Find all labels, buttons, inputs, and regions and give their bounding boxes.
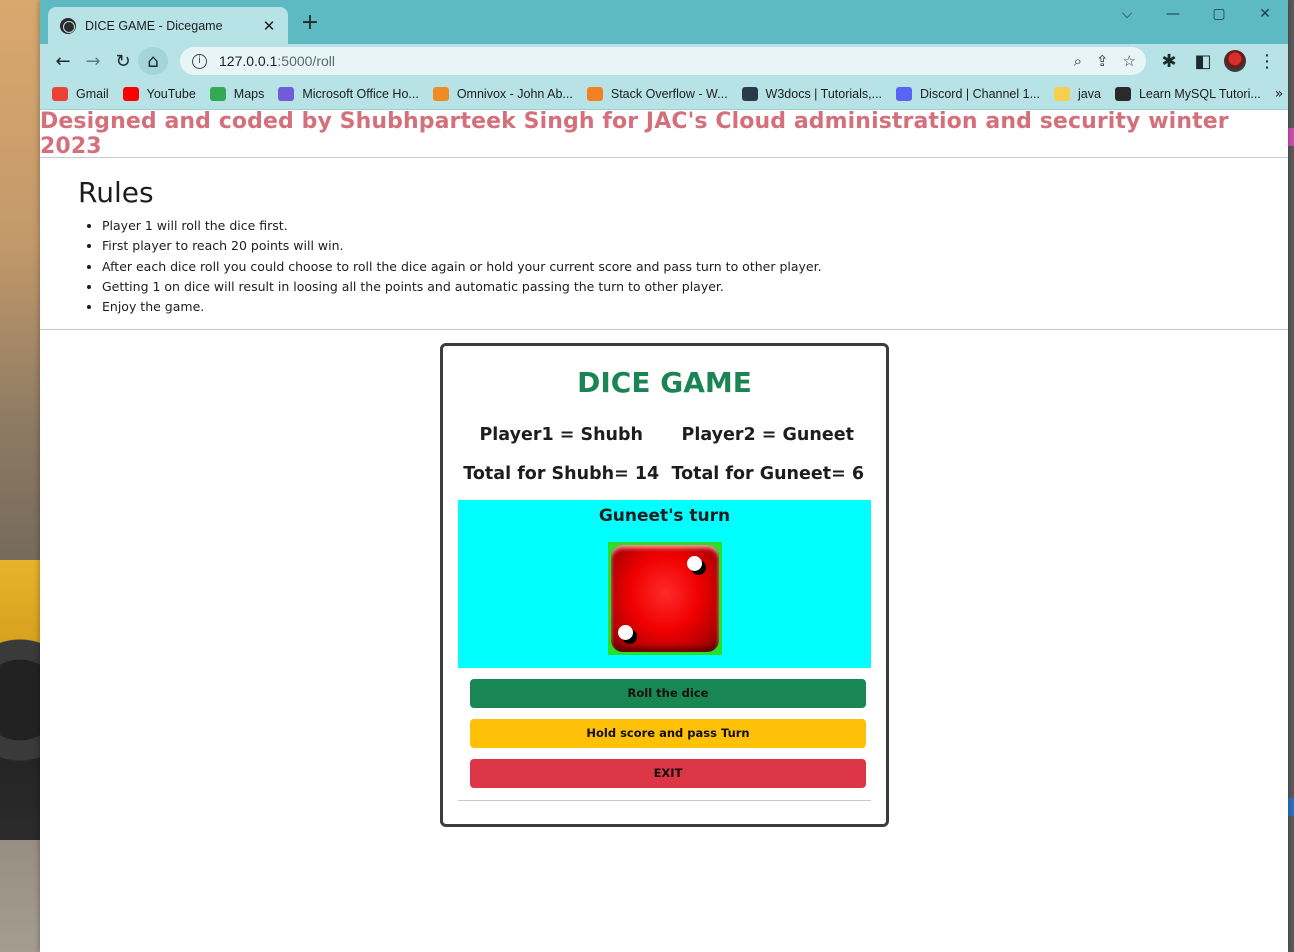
player2-label: Player2 = Guneet xyxy=(681,425,854,445)
globe-icon xyxy=(1114,86,1131,101)
omnivox-icon xyxy=(432,86,449,101)
discord-icon xyxy=(896,86,913,101)
players-panel: Player1 = Shubh Total for Shubh= 14 Play… xyxy=(458,416,871,494)
maps-icon xyxy=(209,86,226,101)
share-icon[interactable]: ⇪ xyxy=(1096,52,1109,70)
rules-section: Rules Player 1 will roll the dice first.… xyxy=(40,158,1288,330)
credit-banner: Designed and coded by Shubhparteek Singh… xyxy=(40,109,1288,159)
minimize-button[interactable]: — xyxy=(1150,0,1196,28)
globe-icon xyxy=(60,17,76,34)
close-tab-icon[interactable]: ✕ xyxy=(260,17,278,35)
back-arrow-icon[interactable]: ← xyxy=(48,47,78,75)
rule-item: After each dice roll you could choose to… xyxy=(102,257,1288,277)
bookmark-item[interactable]: Discord | Channel 1... xyxy=(896,86,1041,101)
player1-column: Player1 = Shubh Total for Shubh= 14 xyxy=(458,416,665,494)
side-panel-icon[interactable]: ◧ xyxy=(1190,47,1216,75)
bookmark-item[interactable]: W3docs | Tutorials,... xyxy=(741,86,883,101)
bookmark-item[interactable]: Stack Overflow - W... xyxy=(586,86,728,101)
info-icon[interactable]: i xyxy=(192,53,207,69)
w3docs-icon xyxy=(741,86,758,101)
url-path: :5000/roll xyxy=(277,53,335,69)
browser-window: DICE GAME - Dicegame ✕ + ⌵ — ▢ ✕ ← → ↻ ⌂… xyxy=(40,0,1288,952)
turn-indicator: Guneet's turn xyxy=(598,506,731,526)
roll-dice-button[interactable]: Roll the dice xyxy=(470,679,866,708)
extensions-icon[interactable]: ✱ xyxy=(1156,47,1182,75)
bookmark-label: Discord | Channel 1... xyxy=(920,86,1041,101)
bookmarks-more-icon[interactable]: » xyxy=(1275,86,1284,102)
bookmark-item[interactable]: Maps xyxy=(209,86,265,101)
bookmark-item[interactable]: java xyxy=(1054,86,1101,101)
window-controls: ⌵ — ▢ ✕ xyxy=(1104,0,1288,28)
rule-item: Player 1 will roll the dice first. xyxy=(102,216,1288,236)
browser-tab[interactable]: DICE GAME - Dicegame ✕ xyxy=(48,7,288,44)
player1-label: Player1 = Shubh xyxy=(479,425,644,445)
bookmark-label: Microsoft Office Ho... xyxy=(302,86,419,101)
tab-search-button[interactable]: ⌵ xyxy=(1104,0,1150,28)
url-host: 127.0.0.1 xyxy=(219,53,278,69)
tab-title: DICE GAME - Dicegame xyxy=(85,18,223,33)
player2-total: Total for Guneet= 6 xyxy=(671,464,865,484)
player2-column: Player2 = Guneet Total for Guneet= 6 xyxy=(665,416,872,494)
bookmark-item[interactable]: Microsoft Office Ho... xyxy=(278,86,419,101)
dice-face-icon xyxy=(611,545,719,652)
web-page: Designed and coded by Shubhparteek Singh… xyxy=(40,109,1288,952)
close-window-button[interactable]: ✕ xyxy=(1242,0,1288,28)
address-bar[interactable]: i 127.0.0.1:5000/roll ⌕ ⇪ ☆ xyxy=(180,47,1146,75)
hold-score-button[interactable]: Hold score and pass Turn xyxy=(470,719,866,748)
dice-pip xyxy=(687,556,703,572)
browser-toolbar: ← → ↻ ⌂ i 127.0.0.1:5000/roll ⌕ ⇪ ☆ ✱ ◧ … xyxy=(40,44,1288,78)
new-tab-button[interactable]: + xyxy=(298,10,322,36)
bookmark-label: java xyxy=(1078,86,1101,101)
youtube-icon xyxy=(122,86,139,101)
bookmark-label: Omnivox - John Ab... xyxy=(456,86,573,101)
bookmark-label: W3docs | Tutorials,... xyxy=(765,86,883,101)
desktop-wallpaper-car xyxy=(0,560,40,840)
player1-total: Total for Shubh= 14 xyxy=(463,464,660,484)
desktop-edge-mark xyxy=(1288,128,1294,146)
stackoverflow-icon xyxy=(586,86,603,101)
bookmark-item[interactable]: Omnivox - John Ab... xyxy=(432,86,573,101)
bookmark-item[interactable]: Learn MySQL Tutori... xyxy=(1114,86,1261,101)
folder-icon xyxy=(1054,86,1071,101)
game-title: DICE GAME xyxy=(577,366,752,399)
bookmarks-bar: Gmail YouTube Maps Microsoft Office Ho... Om… xyxy=(40,78,1288,110)
star-icon[interactable]: ☆ xyxy=(1123,52,1136,70)
bookmark-label: Stack Overflow - W... xyxy=(610,86,728,101)
dice-pip xyxy=(618,624,634,640)
maximize-button[interactable]: ▢ xyxy=(1196,0,1242,28)
zoom-icon[interactable]: ⌕ xyxy=(1074,52,1082,70)
forward-arrow-icon[interactable]: → xyxy=(78,47,108,75)
bookmark-label: Maps xyxy=(233,86,265,101)
rule-item: Getting 1 on dice will result in loosing… xyxy=(102,277,1288,297)
url-text[interactable]: 127.0.0.1:5000/roll xyxy=(219,53,1074,69)
bookmark-label: Gmail xyxy=(76,86,109,101)
bookmark-item[interactable]: Gmail xyxy=(52,86,109,101)
reload-icon[interactable]: ↻ xyxy=(108,47,138,75)
rule-item: First player to reach 20 points will win… xyxy=(102,236,1288,256)
profile-avatar[interactable] xyxy=(1224,50,1246,72)
exit-button[interactable]: EXIT xyxy=(470,759,866,788)
tab-strip: DICE GAME - Dicegame ✕ + ⌵ — ▢ ✕ xyxy=(40,0,1288,44)
office-icon xyxy=(278,86,295,101)
bookmark-item[interactable]: YouTube xyxy=(122,86,196,101)
rules-list: Player 1 will roll the dice first. First… xyxy=(102,216,1288,317)
gmail-icon xyxy=(52,86,68,101)
menu-icon[interactable]: ⋮ xyxy=(1254,47,1280,75)
dice-frame xyxy=(608,542,722,655)
turn-panel: Guneet's turn xyxy=(458,500,871,668)
divider xyxy=(458,800,871,801)
rules-title: Rules xyxy=(78,176,154,209)
game-card: DICE GAME Player1 = Shubh Total for Shub… xyxy=(440,343,889,827)
bookmark-label: YouTube xyxy=(146,86,196,101)
bookmark-label: Learn MySQL Tutori... xyxy=(1138,86,1261,101)
home-icon[interactable]: ⌂ xyxy=(138,47,168,75)
rule-item: Enjoy the game. xyxy=(102,297,1288,317)
